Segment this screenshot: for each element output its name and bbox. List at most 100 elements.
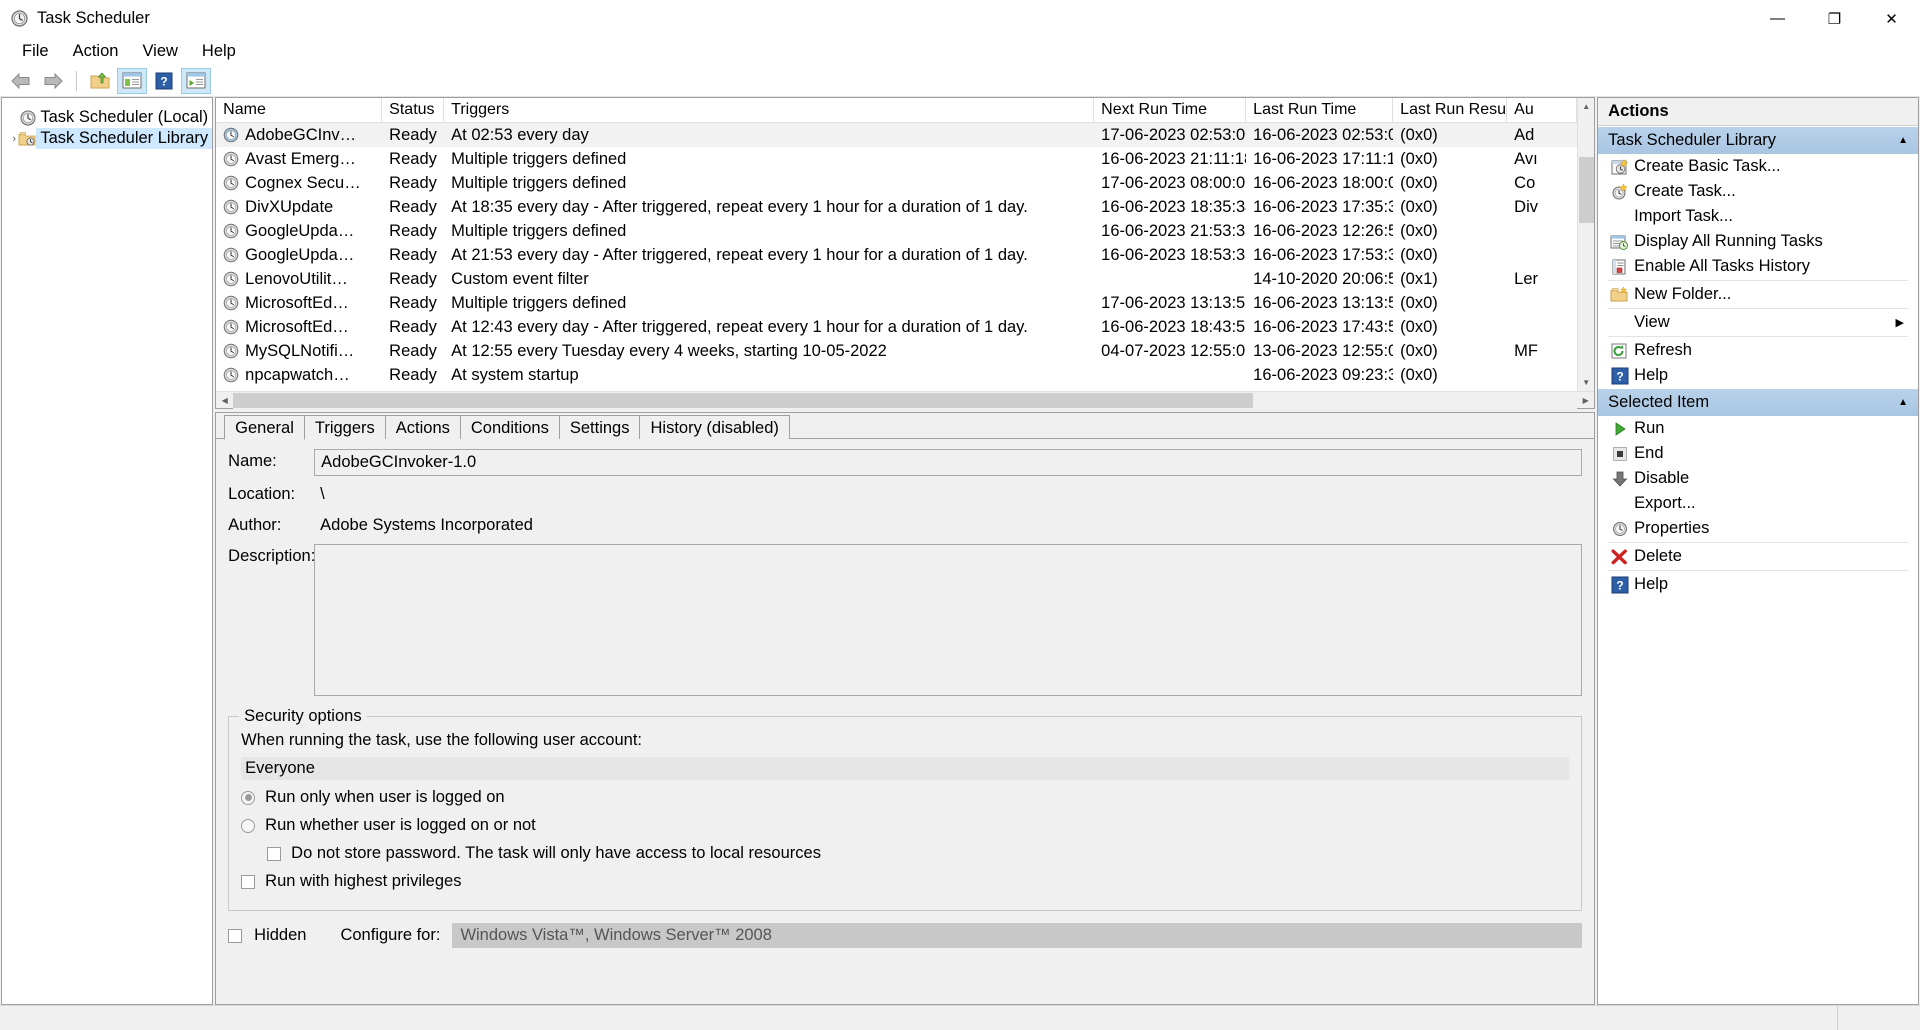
action-end[interactable]: End xyxy=(1598,441,1918,466)
task-clock-icon xyxy=(223,271,239,287)
task-list-row[interactable]: MicrosoftEd… Ready At 12:43 every day - Af… xyxy=(216,315,1577,339)
help-button[interactable]: ? xyxy=(149,68,179,94)
task-list-row[interactable]: npcapwatch… Ready At system startup 16-06-2… xyxy=(216,363,1577,387)
task-name-label: npcapwatch… xyxy=(245,365,350,384)
tree-item-task-scheduler-library[interactable]: › Task Scheduler Library xyxy=(2,128,213,149)
tab-conditions[interactable]: Conditions xyxy=(459,415,560,439)
action-export[interactable]: Export... xyxy=(1598,491,1918,516)
configure-for-select[interactable]: Windows Vista™, Windows Server™ 2008 xyxy=(452,923,1583,948)
task-list-row[interactable]: Avast Emerg… Ready Multiple triggers defin… xyxy=(216,147,1577,171)
action-disable[interactable]: Disable xyxy=(1598,466,1918,491)
menu-action[interactable]: Action xyxy=(61,39,131,64)
action-display-running-tasks[interactable]: Display All Running Tasks xyxy=(1598,229,1918,254)
task-cell-status: Ready xyxy=(389,173,437,192)
close-button[interactable]: ✕ xyxy=(1863,0,1920,37)
collapse-caret-icon[interactable]: ▲ xyxy=(1898,135,1908,146)
hscroll-thumb[interactable] xyxy=(233,392,1254,408)
minimize-button[interactable]: — xyxy=(1749,0,1806,37)
menu-view[interactable]: View xyxy=(130,39,189,64)
scroll-right-icon[interactable]: ▶ xyxy=(1577,392,1594,409)
column-header-triggers[interactable]: Triggers xyxy=(444,98,1095,122)
action-create-task[interactable]: Create Task... xyxy=(1598,179,1918,204)
task-list-row[interactable]: GoogleUpda… Ready Multiple triggers define… xyxy=(216,219,1577,243)
checkbox-run-highest-privileges[interactable] xyxy=(241,874,256,889)
show-hide-action-pane-button[interactable] xyxy=(181,67,211,94)
back-button[interactable] xyxy=(6,68,36,94)
action-help-selected[interactable]: ? Help xyxy=(1598,572,1918,597)
description-field[interactable] xyxy=(314,544,1583,696)
column-header-next-run-time[interactable]: Next Run Time xyxy=(1094,98,1247,122)
task-cell-triggers: At 12:55 every Tuesday every 4 weeks, st… xyxy=(451,341,887,360)
task-cell-last: 16-06-2023 09:23:39 xyxy=(1253,365,1394,384)
action-refresh[interactable]: Refresh xyxy=(1598,338,1918,363)
menu-file[interactable]: File xyxy=(10,39,61,64)
task-cell-result: (0x0) xyxy=(1400,221,1438,240)
action-enable-history[interactable]: Enable All Tasks History xyxy=(1598,254,1918,279)
task-list-row[interactable]: DivXUpdate Ready At 18:35 every day - Afte… xyxy=(216,195,1577,219)
action-delete[interactable]: Delete xyxy=(1598,544,1918,569)
action-import-task[interactable]: Import Task... xyxy=(1598,204,1918,229)
action-view[interactable]: View ▶ xyxy=(1598,310,1918,335)
task-cell-triggers: At 02:53 every day xyxy=(451,125,589,144)
hscroll-track[interactable] xyxy=(233,391,1578,409)
tab-settings[interactable]: Settings xyxy=(558,415,641,439)
actions-separator xyxy=(1608,336,1908,337)
column-header-name[interactable]: Name xyxy=(216,98,383,122)
tab-general[interactable]: General xyxy=(224,415,305,440)
show-hide-console-tree-button[interactable] xyxy=(117,67,147,94)
window-title: Task Scheduler xyxy=(37,8,150,27)
task-cell-last: 16-06-2023 12:26:50 xyxy=(1253,221,1394,240)
collapse-caret-icon[interactable]: ▲ xyxy=(1898,397,1908,408)
column-header-status[interactable]: Status xyxy=(382,98,445,122)
task-list-row[interactable]: MicrosoftEd… Ready Multiple triggers defin… xyxy=(216,291,1577,315)
task-cell-result: (0x0) xyxy=(1400,317,1438,336)
column-header-last-run-result[interactable]: Last Run Result xyxy=(1393,98,1508,122)
column-header-author[interactable]: Au xyxy=(1507,98,1578,122)
task-cell-status: Ready xyxy=(389,317,437,336)
radio-row-run-whether-logged-on[interactable]: Run whether user is logged on or not xyxy=(241,816,1569,835)
action-item-label: Create Basic Task... xyxy=(1634,157,1781,175)
submenu-arrow-icon[interactable]: ▶ xyxy=(1896,316,1904,329)
action-create-basic-task[interactable]: Create Basic Task... xyxy=(1598,154,1918,179)
radio-run-only-logged-on[interactable] xyxy=(241,790,256,805)
checkbox-hidden[interactable] xyxy=(228,928,243,943)
actions-group-title: Selected Item xyxy=(1608,393,1710,411)
scroll-up-icon[interactable]: ▲ xyxy=(1577,98,1595,115)
actions-group-selected-header[interactable]: Selected Item ▲ xyxy=(1598,388,1918,416)
checkbox-do-not-store-password[interactable] xyxy=(267,846,282,861)
tab-history-disabled[interactable]: History (disabled) xyxy=(639,415,790,439)
checkbox-row-run-highest-privileges[interactable]: Run with highest privileges xyxy=(241,872,1569,891)
task-list-horizontal-scrollbar[interactable]: ◀ ▶ xyxy=(216,391,1595,409)
vscroll-track[interactable] xyxy=(1577,115,1595,374)
vscroll-thumb[interactable] xyxy=(1578,157,1594,223)
action-run[interactable]: Run xyxy=(1598,416,1918,441)
task-list-vertical-scrollbar[interactable]: ▲ ▼ xyxy=(1577,98,1595,391)
forward-button[interactable] xyxy=(38,68,68,94)
task-list-row[interactable]: MySQLNotifi… Ready At 12:55 every Tuesday … xyxy=(216,339,1577,363)
task-list-row[interactable]: Cognex Secu… Ready Multiple triggers defin… xyxy=(216,171,1577,195)
scroll-left-icon[interactable]: ◀ xyxy=(216,392,233,409)
scroll-down-icon[interactable]: ▼ xyxy=(1577,374,1595,391)
action-properties[interactable]: Properties xyxy=(1598,516,1918,541)
tab-actions[interactable]: Actions xyxy=(384,415,461,439)
task-list-row[interactable]: LenovoUtilit… Ready Custom event filter 14-… xyxy=(216,267,1577,291)
task-list-row[interactable]: GoogleUpda… Ready At 21:53 every day - Aft… xyxy=(216,243,1577,267)
task-list-row[interactable]: AdobeGCInv… Ready At 02:53 every day 17-06-… xyxy=(216,123,1578,147)
action-help[interactable]: ? Help xyxy=(1598,363,1918,388)
tab-triggers[interactable]: Triggers xyxy=(303,415,386,439)
tree-item-task-scheduler-local[interactable]: Task Scheduler (Local) xyxy=(2,107,212,128)
column-header-last-run-time[interactable]: Last Run Time xyxy=(1246,98,1394,122)
checkbox-row-do-not-store-password[interactable]: Do not store password. The task will onl… xyxy=(267,844,1569,863)
menu-help[interactable]: Help xyxy=(190,39,248,64)
user-account-value[interactable]: Everyone xyxy=(241,757,1570,780)
up-one-level-button[interactable] xyxy=(85,68,115,94)
actions-separator xyxy=(1608,308,1908,309)
task-cell-result: (0x0) xyxy=(1400,149,1438,168)
radio-row-run-only-logged-on[interactable]: Run only when user is logged on xyxy=(241,788,1569,807)
actions-group-library-header[interactable]: Task Scheduler Library ▲ xyxy=(1598,126,1918,154)
chevron-right-icon[interactable]: › xyxy=(10,133,18,145)
action-new-folder[interactable]: New Folder... xyxy=(1598,282,1918,307)
radio-run-whether-logged-on[interactable] xyxy=(241,818,256,833)
name-field[interactable]: AdobeGCInvoker-1.0 xyxy=(314,449,1583,476)
maximize-button[interactable]: ❐ xyxy=(1806,0,1863,37)
